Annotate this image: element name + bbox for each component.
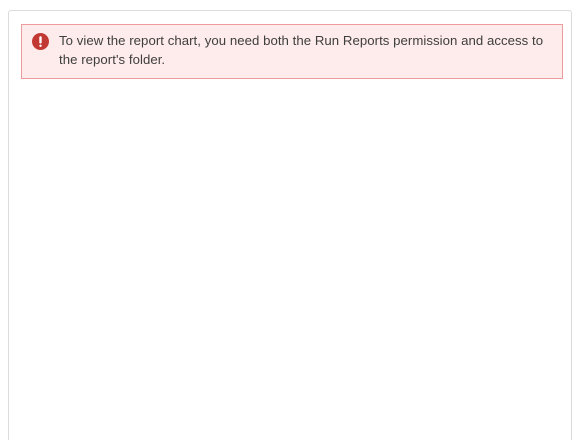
error-message: To view the report chart, you need both … — [59, 33, 544, 67]
error-alert: To view the report chart, you need both … — [21, 24, 563, 79]
report-chart-panel: To view the report chart, you need both … — [8, 10, 572, 440]
error-icon — [32, 33, 49, 50]
